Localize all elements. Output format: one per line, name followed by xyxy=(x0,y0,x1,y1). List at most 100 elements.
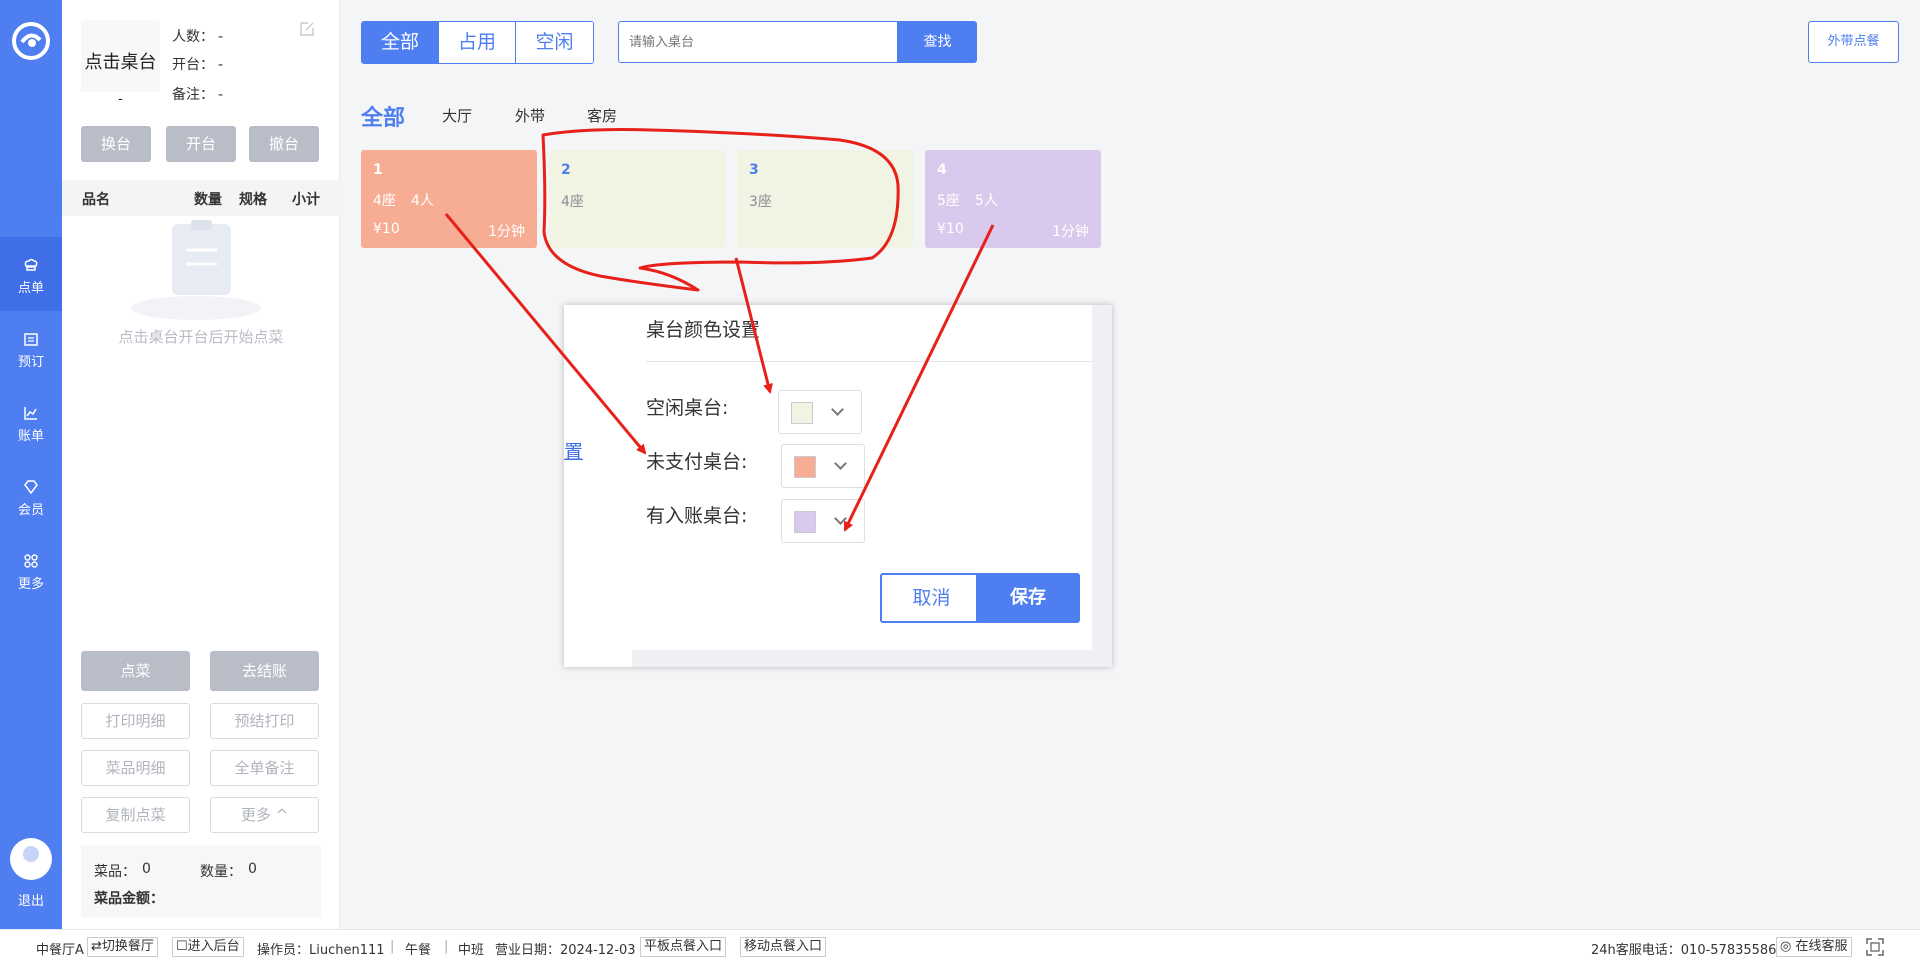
checkout-button[interactable]: 去结账 xyxy=(210,651,319,691)
chart-icon xyxy=(24,407,37,420)
pre-print-button[interactable]: 预结打印 xyxy=(210,703,319,739)
dialog-title: 桌台颜色设置 xyxy=(646,319,761,341)
order-note-button[interactable]: 全单备注 xyxy=(210,750,319,786)
save-button[interactable]: 保存 xyxy=(976,573,1080,623)
fullscreen-icon[interactable] xyxy=(1866,938,1884,956)
order-summary: 菜品： 0 数量： 0 菜品金额： xyxy=(81,845,321,917)
table-search-input[interactable] xyxy=(618,21,898,63)
unpaid-color-picker[interactable] xyxy=(781,444,865,488)
logo-icon xyxy=(12,22,50,60)
shift-name: 中班 xyxy=(458,943,485,958)
nav-item-label: 账单 xyxy=(17,429,44,444)
people-label: 人数： xyxy=(172,29,214,45)
col-subtotal: 小计 xyxy=(292,192,320,208)
dishes-value: 0 xyxy=(142,861,151,877)
calendar-icon xyxy=(24,333,38,346)
area-tab-rooms[interactable]: 客房 xyxy=(587,105,617,126)
nav-item-members[interactable]: 会员 xyxy=(0,459,62,533)
more-button[interactable]: 更多 ^ xyxy=(210,797,319,833)
note-label: 备注： xyxy=(172,87,214,103)
selected-table-box[interactable]: 点击桌台 - xyxy=(81,20,160,110)
tab-occupied[interactable]: 占用 xyxy=(439,22,516,63)
open-table-button[interactable]: 开台 xyxy=(166,126,236,162)
table-card-3[interactable]: 3 3座 xyxy=(737,150,913,248)
unpaid-color-label: 未支付桌台: xyxy=(646,451,748,473)
online-service-label: 在线客服 xyxy=(1795,939,1848,954)
area-tab-all[interactable]: 全部 xyxy=(361,100,405,132)
qty-label: 数量： xyxy=(200,864,242,880)
table-duration: 1分钟 xyxy=(1052,224,1089,240)
table-number: 1 xyxy=(373,162,383,178)
tab-all[interactable]: 全部 xyxy=(362,22,439,63)
area-tab-takeout[interactable]: 外带 xyxy=(515,105,545,126)
business-date: 营业日期：2024-12-03 xyxy=(495,943,636,958)
amount-label: 菜品金额： xyxy=(94,891,164,907)
table-card-1[interactable]: 1 4座 4人 ¥10 1分钟 xyxy=(361,150,537,248)
tablet-entry-button[interactable]: 平板点餐入口 xyxy=(640,937,727,957)
mobile-entry-button[interactable]: 移动点餐入口 xyxy=(740,937,827,957)
table-seats: 3座 xyxy=(749,194,772,210)
nav-item-bills[interactable]: 账单 xyxy=(0,385,62,459)
people-value: - xyxy=(218,29,224,45)
separator: | xyxy=(444,939,449,954)
chevron-down-icon xyxy=(834,512,847,525)
dish-detail-button[interactable]: 菜品明细 xyxy=(81,750,190,786)
table-people: 5人 xyxy=(975,193,998,209)
cancel-button[interactable]: 取消 xyxy=(880,573,983,623)
nav-item-label: 更多 xyxy=(17,577,44,592)
switch-table-button[interactable]: 换台 xyxy=(81,126,151,162)
takeout-order-button[interactable]: 外带点餐 xyxy=(1808,21,1899,63)
order-panel: 点击桌台 - 人数： - 开台： - 备注： - 换台 开台 撤台 品名 数量 规格 … xyxy=(62,0,340,929)
order-table-header: 品名 数量 规格 小计 xyxy=(62,180,340,216)
order-dish-button[interactable]: 点菜 xyxy=(81,651,190,691)
empty-hint: 点击桌台开台后开始点菜 xyxy=(118,328,284,346)
copy-order-button[interactable]: 复制点菜 xyxy=(81,797,190,833)
nav-item-label: 会员 xyxy=(17,503,44,518)
open-info: 开台： - xyxy=(172,54,223,74)
selected-table-sub: - xyxy=(81,92,160,110)
col-name: 品名 xyxy=(82,192,110,208)
col-qty: 数量 xyxy=(194,192,222,208)
avatar xyxy=(10,838,52,880)
status-filter: 全部 占用 空闲 xyxy=(361,21,594,64)
diamond-icon xyxy=(24,480,38,495)
table-number: 2 xyxy=(561,162,571,178)
nav-item-label: 预订 xyxy=(17,355,44,370)
dialog-divider xyxy=(646,361,1092,362)
col-spec: 规格 xyxy=(239,192,267,208)
nav-item-order[interactable]: 点单 xyxy=(0,237,62,311)
dialog-body: 桌台颜色设置 空闲桌台: 未支付桌台: 有入账桌台: 取消 保存 xyxy=(618,305,1092,650)
note-info: 备注： - xyxy=(172,84,223,104)
nav-item-more[interactable]: 更多 xyxy=(0,533,62,607)
chevron-down-icon xyxy=(831,403,844,416)
restaurant-name: 中餐厅A xyxy=(36,943,84,958)
cancel-table-button[interactable]: 撤台 xyxy=(249,126,319,162)
area-tab-hall[interactable]: 大厅 xyxy=(442,105,472,126)
hotline: 24h客服电话：010-57835586 xyxy=(1591,943,1777,958)
free-color-picker[interactable] xyxy=(778,390,862,434)
nav-item-reservation[interactable]: 预订 xyxy=(0,311,62,385)
color-swatch xyxy=(794,511,816,533)
online-service-button[interactable]: ◎ 在线客服 xyxy=(1776,937,1852,957)
table-seats: 4座 xyxy=(561,194,584,210)
selected-table-title: 点击桌台 xyxy=(84,52,157,73)
booked-color-label: 有入账桌台: xyxy=(646,505,748,527)
table-amount: ¥10 xyxy=(373,221,400,237)
table-card-4[interactable]: 4 5座 5人 ¥10 1分钟 xyxy=(925,150,1101,248)
table-card-2[interactable]: 2 4座 xyxy=(549,150,725,248)
table-number: 4 xyxy=(937,162,947,178)
tab-free[interactable]: 空闲 xyxy=(516,22,593,63)
exit-button[interactable]: 退出 xyxy=(0,838,62,909)
print-detail-button[interactable]: 打印明细 xyxy=(81,703,190,739)
table-people: 4人 xyxy=(411,193,434,209)
chef-hat-icon xyxy=(24,258,38,271)
search-button[interactable]: 查找 xyxy=(898,21,977,63)
switch-restaurant-button[interactable]: ⇄切换餐厅 xyxy=(87,937,158,957)
background-settings-link[interactable]: 置 xyxy=(564,437,583,464)
booked-color-picker[interactable] xyxy=(781,499,865,543)
edit-icon[interactable] xyxy=(298,20,316,38)
enter-backend-button[interactable]: ☐进入后台 xyxy=(172,937,244,957)
people-info: 人数： - xyxy=(172,26,223,46)
dishes-label: 菜品： xyxy=(94,864,136,880)
headset-icon: ◎ xyxy=(1780,939,1792,954)
